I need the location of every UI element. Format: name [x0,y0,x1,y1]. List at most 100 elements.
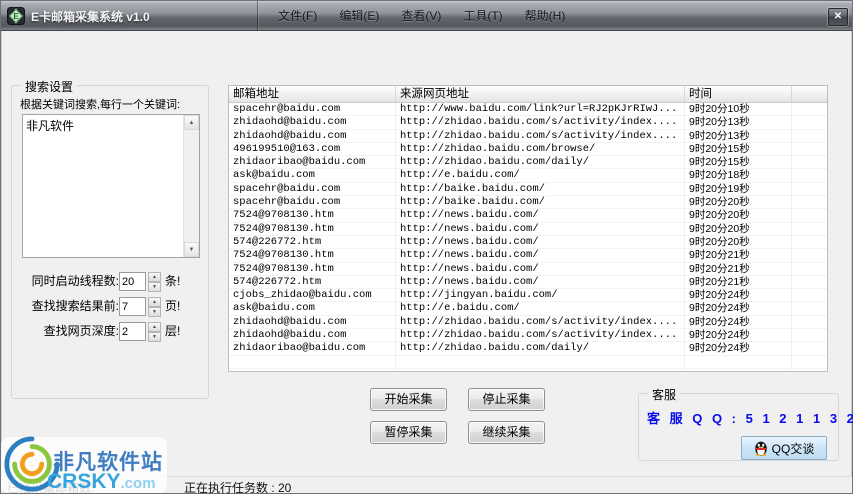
cell-email: spacehr@baidu.com [229,196,396,209]
resume-collect-button[interactable]: 继续采集 [468,421,545,444]
depth-input[interactable] [119,322,146,341]
column-header-url[interactable]: 来源网页地址 [396,86,685,102]
menu-bar: 文件(F) 编辑(E) 查看(V) 工具(T) 帮助(H) [267,1,576,31]
cell-email: 574@226772.htm [229,235,396,249]
depth-stepper[interactable]: ▲ ▼ [148,322,161,342]
spin-up-icon[interactable]: ▲ [148,322,161,332]
service-group-title: 客服 [648,386,681,403]
cell-time: 9时20分24秒 [685,302,792,315]
cell-rest [792,130,827,142]
table-row[interactable]: cjobs_zhidao@baidu.com http://jingyan.bai… [229,289,827,303]
table-row[interactable]: 574@226772.htm http://news.baidu.com/9时20… [229,235,827,250]
threads-spin-row: 同时启动线程数: ▲ ▼ 条! [12,272,210,292]
cell-time: 9时20分24秒 [685,315,792,329]
table-row[interactable] [229,368,827,371]
table-row[interactable]: zhidaohd@baidu.com http://zhidao.baidu.co… [229,129,827,143]
table-row[interactable] [229,355,827,369]
cell-email: 574@226772.htm [229,275,396,289]
menu-item-edit[interactable]: 编辑(E) [328,1,390,31]
table-row[interactable]: zhidaohd@baidu.com http://zhidao.baidu.co… [229,315,827,330]
cell-url: http://zhidao.baidu.com/s/activity/index… [396,315,685,329]
qq-chat-button[interactable]: QQ交谈 [741,436,827,460]
pause-collect-button[interactable]: 暂停采集 [370,421,447,444]
table-row[interactable]: spacehr@baidu.com http://baike.baidu.com/… [229,182,827,197]
column-header-email[interactable]: 邮箱地址 [229,86,396,102]
spin-up-icon[interactable]: ▲ [148,272,161,282]
table-row[interactable]: ask@baidu.com http://e.baidu.com/9时20分24秒 [229,302,827,316]
results-table[interactable]: 邮箱地址 来源网页地址 时间 spacehr@baidu.com http://w… [228,85,828,372]
cell-url: http://jingyan.baidu.com/ [396,289,685,302]
keywords-scrollbar[interactable]: ▲ ▼ [183,115,199,257]
cell-time: 9时20分19秒 [685,182,792,196]
table-row[interactable]: 7524@9708130.htm http://news.baidu.com/9时… [229,222,827,236]
cell-url [396,355,685,368]
threads-input[interactable] [119,272,146,291]
cell-time: 9时20分20秒 [685,196,792,209]
titlebar-divider [257,1,258,31]
cell-url: http://www.baidu.com/link?url=RJ2pKJrRIw… [396,103,685,116]
cell-email: 496199510@163.com [229,142,396,156]
scroll-down-icon[interactable]: ▼ [184,242,199,257]
stop-collect-button[interactable]: 停止采集 [468,388,545,411]
cell-rest [792,316,827,328]
cell-time: 9时20分15秒 [685,156,792,169]
cell-rest [792,236,827,248]
pages-spin-row: 查找搜索结果前: ▲ ▼ 页! [12,297,210,317]
cell-time: 9时20分21秒 [685,262,792,275]
table-row[interactable]: 7524@9708130.htm http://news.baidu.com/9时… [229,262,827,276]
cell-time [685,368,792,371]
menu-item-help[interactable]: 帮助(H) [514,1,577,31]
cell-rest [792,369,827,371]
cell-url: http://zhidao.baidu.com/s/activity/index… [396,129,685,142]
cell-email [229,355,396,368]
table-row[interactable]: zhidaoribao@baidu.com http://zhidao.baidu… [229,342,827,356]
table-row[interactable]: zhidaoribao@baidu.com http://zhidao.baidu… [229,156,827,170]
cell-email: 7524@9708130.htm [229,222,396,235]
cell-time: 9时20分13秒 [685,116,792,129]
spin-down-icon[interactable]: ▼ [148,282,161,292]
cell-rest [792,276,827,288]
start-collect-button[interactable]: 开始采集 [370,388,447,411]
column-header-time[interactable]: 时间 [685,86,792,102]
cell-rest [792,263,827,275]
cell-time: 9时20分20秒 [685,209,792,222]
spin-down-icon[interactable]: ▼ [148,332,161,342]
cell-url: http://zhidao.baidu.com/daily/ [396,342,685,355]
table-row[interactable]: 574@226772.htm http://news.baidu.com/9时20… [229,275,827,290]
table-row[interactable]: ask@baidu.com http://e.baidu.com/9时20分18秒 [229,169,827,183]
cell-email: zhidaoribao@baidu.com [229,342,396,355]
spin-down-icon[interactable]: ▼ [148,307,161,317]
threads-suffix: 条! [165,274,181,288]
column-header-filler [792,86,827,102]
cell-email: zhidaoribao@baidu.com [229,156,396,169]
table-row[interactable]: 7524@9708130.htm http://news.baidu.com/9时… [229,249,827,263]
cell-url [396,368,685,371]
table-row[interactable]: 496199510@163.com http://zhidao.baidu.com… [229,142,827,157]
service-group: 客服 客 服 Q Q : 5 1 2 1 1 3 2 1 6 QQ交谈 [638,386,853,461]
qq-penguin-icon [754,441,767,456]
close-button[interactable]: ✕ [828,8,848,26]
cell-rest [792,289,827,301]
scroll-up-icon[interactable]: ▲ [184,115,199,130]
table-row[interactable]: spacehr@baidu.com http://www.baidu.com/li… [229,103,827,117]
table-row[interactable]: 7524@9708130.htm http://news.baidu.com/9时… [229,209,827,223]
table-row[interactable]: zhidaohd@baidu.com http://zhidao.baidu.co… [229,329,827,343]
service-qq-number: 客 服 Q Q : 5 1 2 1 1 3 2 1 6 [647,411,853,426]
menu-item-file[interactable]: 文件(F) [267,1,328,31]
depth-label: 查找网页深度: [43,324,119,338]
table-row[interactable]: zhidaohd@baidu.com http://zhidao.baidu.co… [229,116,827,130]
cell-time: 9时20分15秒 [685,142,792,156]
threads-stepper[interactable]: ▲ ▼ [148,272,161,292]
menu-item-view[interactable]: 查看(V) [390,1,452,31]
cell-rest [792,156,827,168]
cell-url: http://baike.baidu.com/ [396,182,685,196]
spin-up-icon[interactable]: ▲ [148,297,161,307]
pages-suffix: 页! [165,299,181,313]
cell-url: http://news.baidu.com/ [396,222,685,235]
menu-item-tools[interactable]: 工具(T) [452,1,513,31]
keywords-input[interactable]: 非凡软件 [23,115,183,257]
cell-url: http://baike.baidu.com/ [396,196,685,209]
pages-input[interactable] [119,297,146,316]
pages-stepper[interactable]: ▲ ▼ [148,297,161,317]
table-row[interactable]: spacehr@baidu.com http://baike.baidu.com/… [229,196,827,210]
